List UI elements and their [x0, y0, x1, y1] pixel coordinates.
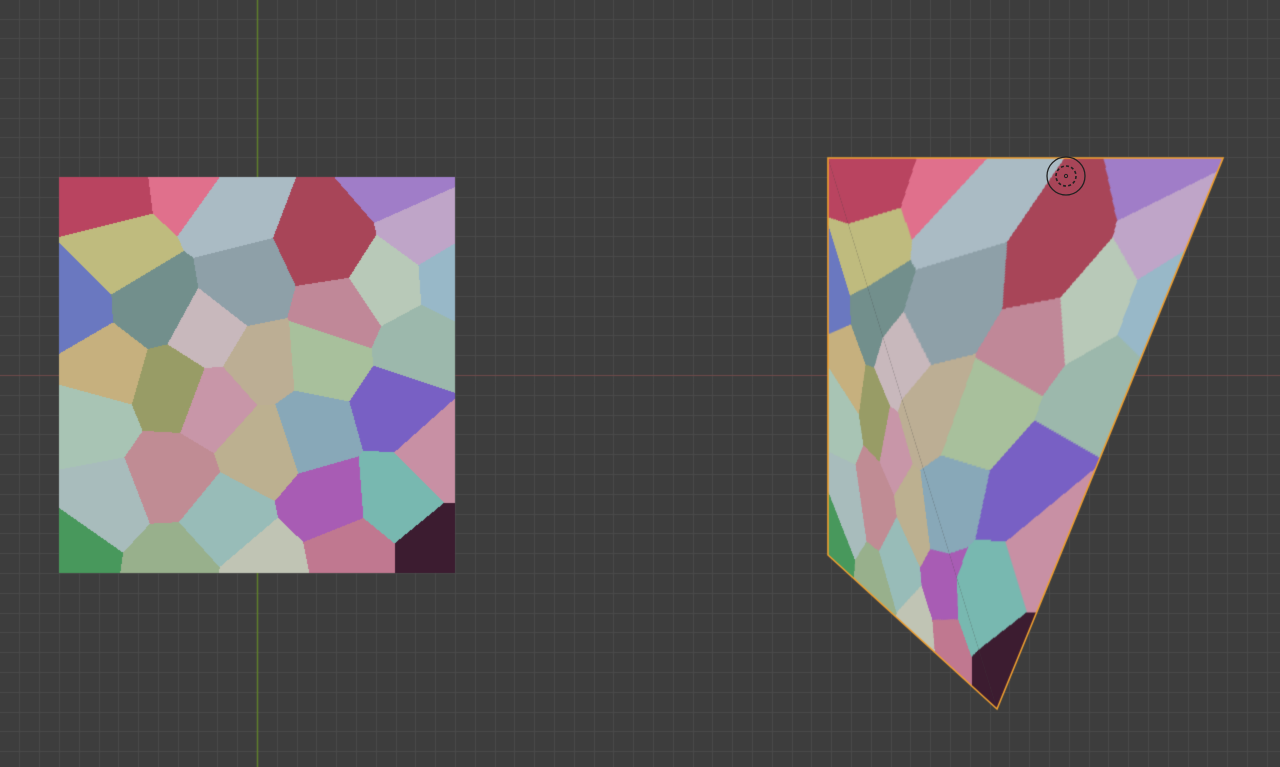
voronoi-textured-planes[interactable] [0, 0, 1280, 767]
3d-cursor-icon[interactable] [1045, 155, 1087, 197]
3d-viewport[interactable] [0, 0, 1280, 767]
